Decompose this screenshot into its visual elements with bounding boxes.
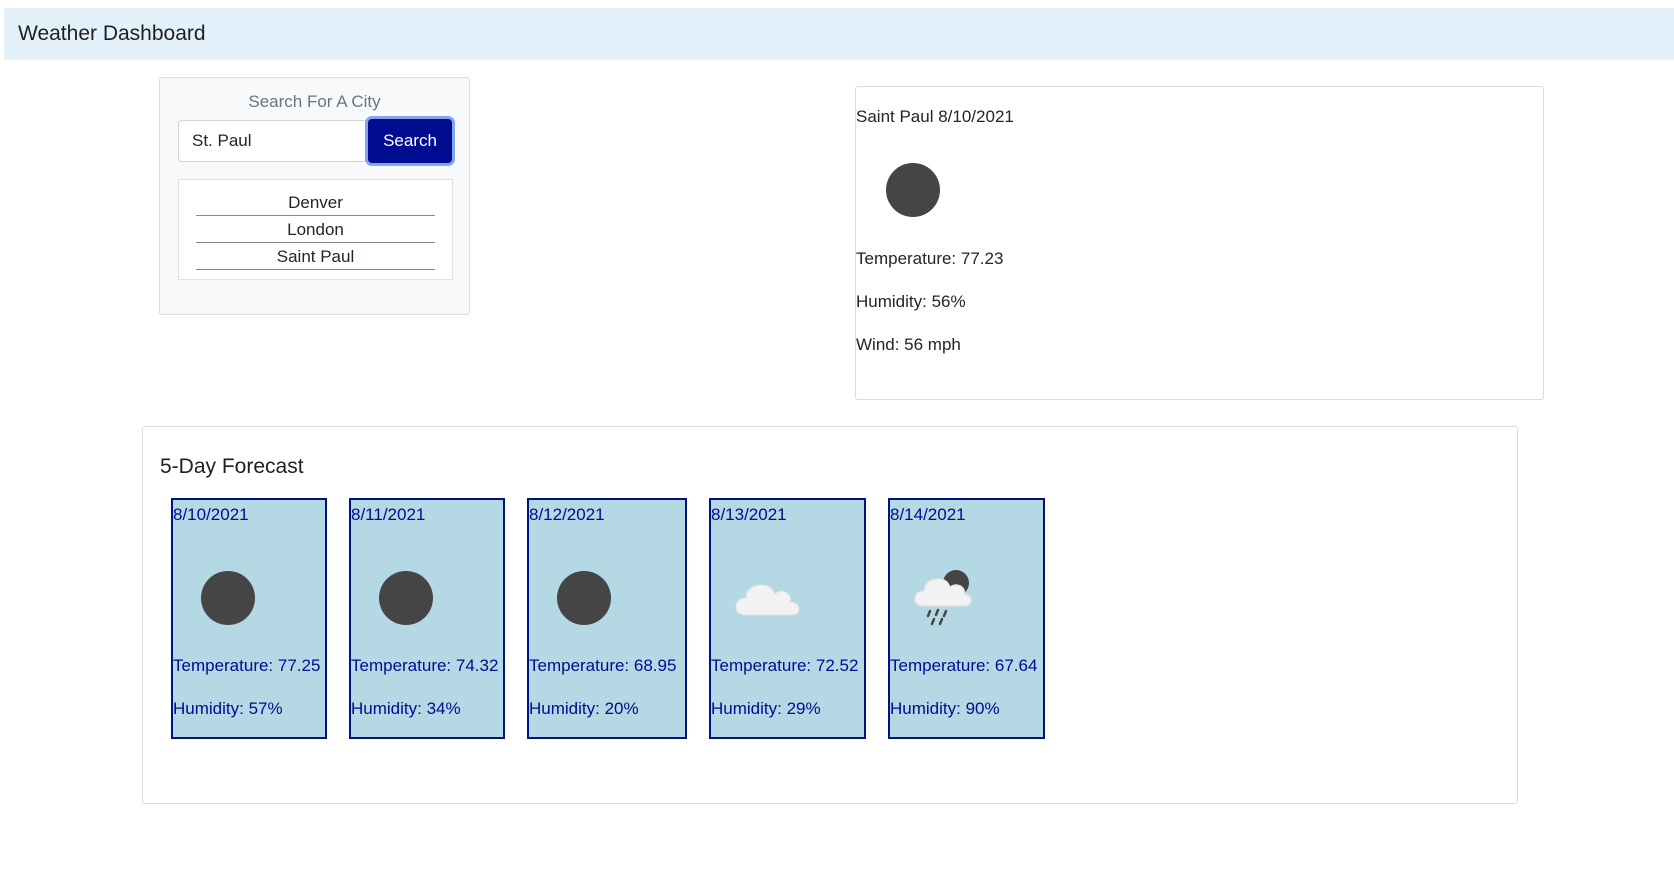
forecast-temperature: Temperature: 77.25 — [173, 656, 321, 675]
history-item-saint-paul[interactable]: Saint Paul — [196, 244, 435, 270]
forecast-temperature: Temperature: 67.64 — [890, 656, 1038, 675]
forecast-humidity: Humidity: 34% — [351, 699, 461, 718]
forecast-date: 8/12/2021 — [529, 505, 605, 524]
forecast-temperature: Temperature: 68.95 — [529, 656, 677, 675]
search-history-list: Denver London Saint Paul — [178, 179, 453, 280]
forecast-humidity: Humidity: 90% — [890, 699, 1000, 718]
current-city-date: Saint Paul 8/10/2021 — [856, 107, 1014, 126]
forecast-day-card: 8/13/2021 Temperature: 72.52 Humidity: 2… — [709, 498, 866, 739]
forecast-day-card: 8/14/2021 Temperature: 67.64 Humidity: 9… — [888, 498, 1045, 739]
city-search-input[interactable] — [178, 120, 367, 162]
forecast-date: 8/11/2021 — [351, 505, 426, 524]
search-heading: Search For A City — [248, 92, 381, 111]
forecast-day-card: 8/10/2021 Temperature: 77.25 Humidity: 5… — [171, 498, 327, 739]
forecast-humidity: Humidity: 29% — [711, 699, 821, 718]
search-button[interactable]: Search — [368, 119, 452, 163]
cloud-icon — [735, 584, 800, 616]
forecast-title: 5-Day Forecast — [160, 455, 304, 478]
forecast-date: 8/13/2021 — [711, 505, 787, 524]
clear-sky-icon — [201, 571, 255, 625]
clear-sky-icon — [886, 163, 940, 217]
forecast-day-card: 8/11/2021 Temperature: 74.32 Humidity: 3… — [349, 498, 505, 739]
forecast-humidity: Humidity: 57% — [173, 699, 283, 718]
forecast-day-card: 8/12/2021 Temperature: 68.95 Humidity: 2… — [527, 498, 687, 739]
app-title: Weather Dashboard — [18, 22, 206, 45]
forecast-date: 8/10/2021 — [173, 505, 249, 524]
clear-sky-icon — [379, 571, 433, 625]
forecast-temperature: Temperature: 74.32 — [351, 656, 499, 675]
forecast-date: 8/14/2021 — [890, 505, 966, 524]
forecast-section: 5-Day Forecast 8/10/2021 Temperature: 77… — [142, 426, 1518, 804]
current-humidity: Humidity: 56% — [856, 292, 966, 311]
clear-sky-icon — [557, 571, 611, 625]
history-item-denver[interactable]: Denver — [196, 190, 435, 216]
forecast-humidity: Humidity: 20% — [529, 699, 639, 718]
current-weather-card: Saint Paul 8/10/2021 Temperature: 77.23 … — [855, 86, 1544, 400]
current-wind: Wind: 56 mph — [856, 335, 961, 354]
forecast-temperature: Temperature: 72.52 — [711, 656, 859, 675]
rain-cloud-icon — [914, 570, 972, 626]
navbar: Weather Dashboard — [4, 8, 1674, 60]
search-panel: Search For A City Search Denver London S… — [159, 77, 470, 315]
current-temperature: Temperature: 77.23 — [856, 249, 1004, 268]
history-item-london[interactable]: London — [196, 217, 435, 243]
